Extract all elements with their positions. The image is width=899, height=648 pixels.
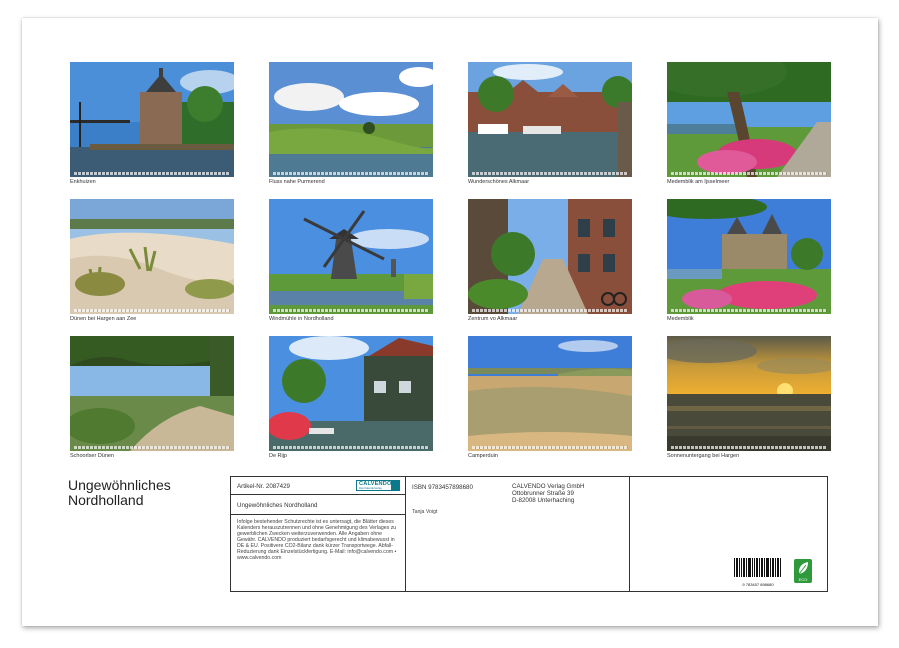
photo-caption: Windmühle in Nordholland: [269, 316, 334, 323]
article-row: Artikel-Nr. 2087429 CALVENDO Das Kalende…: [231, 477, 405, 495]
author: Tanja Voigt: [412, 509, 437, 515]
eco-badge: ECO: [794, 559, 812, 583]
photo-caption: Camperduin: [468, 453, 498, 460]
photo-castle-icon: [667, 199, 831, 314]
photo-dunes-icon: [70, 199, 234, 314]
publisher-line-2: Ottobrunner Straße 39: [512, 490, 584, 497]
photo-sunset-icon: [667, 336, 831, 451]
eco-label: ECO: [794, 577, 812, 582]
photo-windmill-icon: [269, 199, 433, 314]
title-line-2: Nordholland: [68, 493, 218, 508]
publisher-info-box: Artikel-Nr. 2087429 CALVENDO Das Kalende…: [230, 476, 828, 592]
photo-river-meadow-icon: [269, 62, 433, 177]
photo-caption: Medemblik: [667, 316, 694, 323]
photo-caption: Medemblik am Ijsselmeer: [667, 179, 729, 186]
brand-subtitle: Das Kalenderverlag: [359, 487, 382, 490]
photo-caption: Enkhuizen: [70, 179, 96, 186]
info-column-barcode: 9 783457 898680 ECO: [630, 477, 828, 591]
info-column-isbn: ISBN 9783457898680 Tanja Voigt CALVENDO …: [406, 477, 630, 591]
photo-pine-dunes-icon: [70, 336, 234, 451]
leaf-icon: [794, 559, 812, 577]
calvendo-logo: CALVENDO Das Kalenderverlag: [356, 480, 400, 491]
photo-beach-icon: [468, 336, 632, 451]
isbn: ISBN 9783457898680: [412, 484, 473, 491]
photo-canal-houses-icon: [468, 62, 632, 177]
article-number: Artikel-Nr. 2087429: [237, 483, 290, 490]
photo-caption: Fluss nahe Purmerend: [269, 179, 325, 186]
publisher-address: CALVENDO Verlag GmbH Ottobrunner Straße …: [512, 483, 584, 504]
info-column-article: Artikel-Nr. 2087429 CALVENDO Das Kalende…: [231, 477, 406, 591]
photo-caption: Schoorlser Dünen: [70, 453, 114, 460]
photo-caption: Sonnenuntergang bei Hargen: [667, 453, 739, 460]
legal-notice: Infolge bestehender Schutzrechte ist es …: [237, 519, 401, 561]
publisher-line-1: CALVENDO Verlag GmbH: [512, 483, 584, 490]
photo-tree-flowers-icon: [667, 62, 831, 177]
barcode-number: 9 783457 898680: [733, 582, 783, 587]
photo-enkhuizen-tower-icon: [70, 62, 234, 177]
title-line-1: Ungewöhnliches: [68, 478, 218, 493]
photo-caption: De Rijp: [269, 453, 287, 460]
barcode-icon: 9 783457 898680: [733, 558, 783, 582]
photo-village-canal-icon: [269, 336, 433, 451]
calendar-back-page: Enkhuizen Fluss nahe Purmerend: [22, 18, 878, 626]
photo-caption: Dünen bei Hargen aan Zee: [70, 316, 136, 323]
calendar-name-row: Ungewöhnliches Nordholland: [231, 495, 405, 515]
photo-caption: Zentrum vo Alkmaar: [468, 316, 517, 323]
calendar-title: Ungewöhnliches Nordholland: [68, 478, 218, 508]
photo-street-icon: [468, 199, 632, 314]
logo-corner-icon: [391, 481, 399, 490]
publisher-line-3: D-82008 Unterhaching: [512, 497, 584, 504]
calendar-name: Ungewöhnliches Nordholland: [237, 502, 318, 509]
photo-caption: Wunderschönes Alkmaar: [468, 179, 529, 186]
